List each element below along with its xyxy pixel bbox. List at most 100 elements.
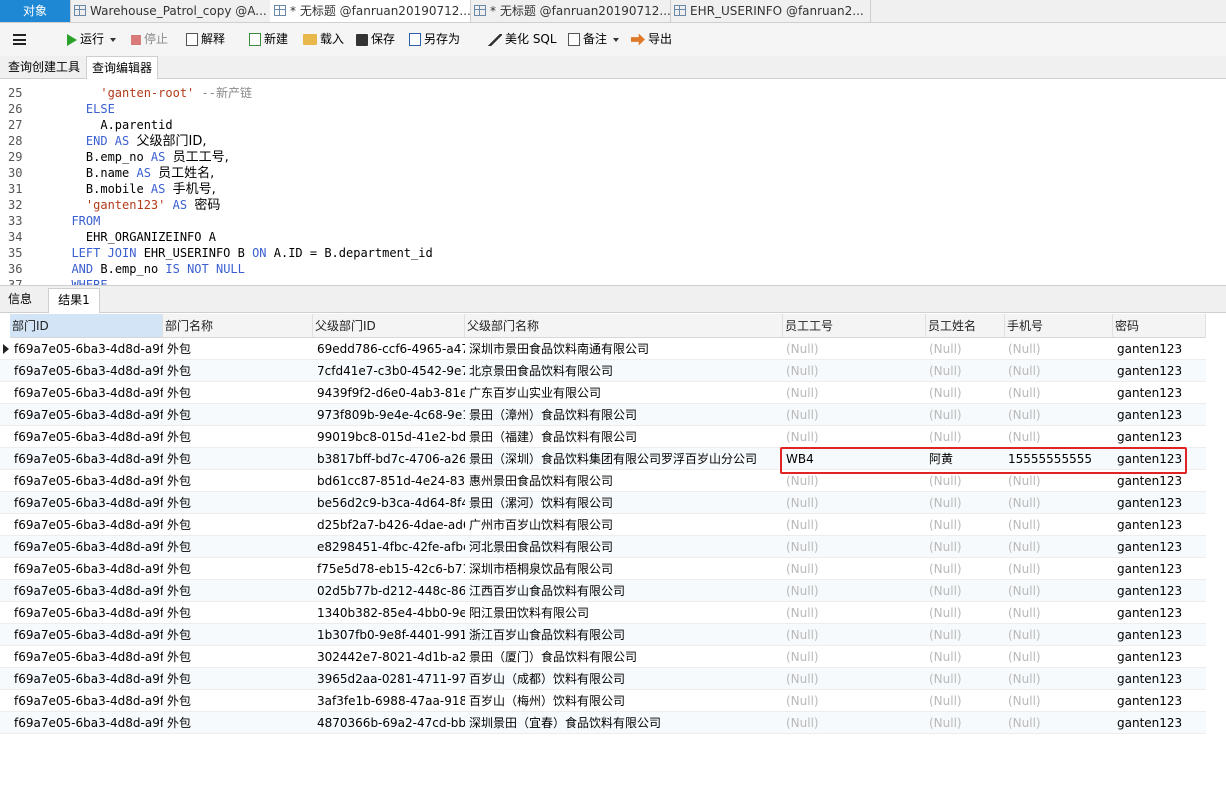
column-header[interactable]: 父级部门名称 bbox=[465, 314, 783, 338]
table-cell[interactable]: (Null) bbox=[784, 712, 925, 734]
table-cell[interactable]: (Null) bbox=[927, 338, 1004, 360]
save-button[interactable]: 保存 bbox=[356, 23, 395, 56]
table-cell[interactable]: (Null) bbox=[1006, 580, 1112, 602]
table-row[interactable]: f69a7e05-6ba3-4d8d-a9fl 外包 3965d2aa-0281-4… bbox=[0, 668, 1206, 690]
table-cell[interactable]: (Null) bbox=[927, 690, 1004, 712]
table-row[interactable]: f69a7e05-6ba3-4d8d-a9fl 外包 be56d2c9-b3ca-4… bbox=[0, 492, 1206, 514]
table-cell[interactable]: ganten123 bbox=[1115, 536, 1206, 558]
table-cell[interactable]: (Null) bbox=[927, 536, 1004, 558]
table-cell[interactable]: (Null) bbox=[927, 492, 1004, 514]
table-cell[interactable]: (Null) bbox=[784, 558, 925, 580]
table-row[interactable]: f69a7e05-6ba3-4d8d-a9fl 外包 7cfd41e7-c3b0-4… bbox=[0, 360, 1206, 382]
column-header[interactable]: 部门名称 bbox=[163, 314, 313, 338]
table-row[interactable]: f69a7e05-6ba3-4d8d-a9fl 外包 4870366b-69a2-4… bbox=[0, 712, 1206, 734]
column-header[interactable]: 员工姓名 bbox=[926, 314, 1005, 338]
table-cell[interactable]: ganten123 bbox=[1115, 712, 1206, 734]
table-cell[interactable]: ganten123 bbox=[1115, 646, 1206, 668]
table-cell[interactable]: f69a7e05-6ba3-4d8d-a9fl bbox=[12, 602, 163, 624]
tab-untitled-query[interactable]: * 无标题 @fanruan20190712... bbox=[470, 0, 671, 22]
table-cell[interactable]: 外包 bbox=[165, 492, 313, 514]
table-cell[interactable]: f69a7e05-6ba3-4d8d-a9fl bbox=[12, 514, 163, 536]
table-cell[interactable]: (Null) bbox=[1006, 360, 1112, 382]
table-cell[interactable]: (Null) bbox=[1006, 690, 1112, 712]
table-cell[interactable]: (Null) bbox=[784, 690, 925, 712]
table-cell[interactable]: (Null) bbox=[927, 426, 1004, 448]
stop-button[interactable]: 停止 bbox=[131, 23, 168, 56]
table-cell[interactable]: 惠州景田食品饮料有限公司 bbox=[467, 470, 783, 492]
table-cell[interactable]: 深圳市梧桐泉饮品有限公司 bbox=[467, 558, 783, 580]
table-cell[interactable]: (Null) bbox=[1006, 646, 1112, 668]
table-cell[interactable]: 浙江百岁山食品饮料有限公司 bbox=[467, 624, 783, 646]
column-header[interactable]: 部门ID bbox=[10, 314, 163, 338]
table-cell[interactable]: (Null) bbox=[784, 382, 925, 404]
table-cell[interactable]: ganten123 bbox=[1115, 690, 1206, 712]
table-row[interactable]: f69a7e05-6ba3-4d8d-a9fl 外包 973f809b-9e4e-4… bbox=[0, 404, 1206, 426]
table-cell[interactable]: 1340b382-85e4-4bb0-9el bbox=[315, 602, 465, 624]
table-cell[interactable]: (Null) bbox=[927, 624, 1004, 646]
table-cell[interactable]: f69a7e05-6ba3-4d8d-a9fl bbox=[12, 382, 163, 404]
table-cell[interactable]: 外包 bbox=[165, 404, 313, 426]
table-cell[interactable]: be56d2c9-b3ca-4d64-8f4 bbox=[315, 492, 465, 514]
table-row[interactable]: f69a7e05-6ba3-4d8d-a9fl 外包 d25bf2a7-b426-4… bbox=[0, 514, 1206, 536]
table-cell[interactable]: (Null) bbox=[784, 492, 925, 514]
table-cell[interactable]: 外包 bbox=[165, 558, 313, 580]
table-cell[interactable]: (Null) bbox=[927, 382, 1004, 404]
table-cell[interactable]: 99019bc8-015d-41e2-bd( bbox=[315, 426, 465, 448]
table-cell[interactable]: 外包 bbox=[165, 338, 313, 360]
table-cell[interactable]: 景田（漳州）食品饮料有限公司 bbox=[467, 404, 783, 426]
table-cell[interactable]: ganten123 bbox=[1115, 580, 1206, 602]
table-cell[interactable]: 江西百岁山食品饮料有限公司 bbox=[467, 580, 783, 602]
table-row[interactable]: f69a7e05-6ba3-4d8d-a9fl 外包 02d5b77b-d212-4… bbox=[0, 580, 1206, 602]
beautify-sql-button[interactable]: 美化 SQL bbox=[488, 23, 557, 56]
table-cell[interactable]: f69a7e05-6ba3-4d8d-a9fl bbox=[12, 580, 163, 602]
table-cell[interactable]: 1b307fb0-9e8f-4401-9911 bbox=[315, 624, 465, 646]
table-cell[interactable]: f69a7e05-6ba3-4d8d-a9fl bbox=[12, 492, 163, 514]
table-cell[interactable]: (Null) bbox=[784, 646, 925, 668]
table-cell[interactable]: 4870366b-69a2-47cd-bb8 bbox=[315, 712, 465, 734]
table-cell[interactable]: b3817bff-bd7c-4706-a26( bbox=[315, 448, 465, 470]
table-cell[interactable]: 广东百岁山实业有限公司 bbox=[467, 382, 783, 404]
table-cell[interactable]: ganten123 bbox=[1115, 492, 1206, 514]
table-row[interactable]: f69a7e05-6ba3-4d8d-a9fl 外包 302442e7-8021-4… bbox=[0, 646, 1206, 668]
export-button[interactable]: 导出 bbox=[631, 23, 672, 56]
comment-button[interactable]: 备注 bbox=[568, 23, 620, 56]
table-row[interactable]: f69a7e05-6ba3-4d8d-a9fl 外包 e8298451-4fbc-4… bbox=[0, 536, 1206, 558]
table-cell[interactable]: bd61cc87-851d-4e24-83c bbox=[315, 470, 465, 492]
table-row[interactable]: f69a7e05-6ba3-4d8d-a9fl 外包 f75e5d78-eb15-4… bbox=[0, 558, 1206, 580]
table-cell[interactable]: 9439f9f2-d6e0-4ab3-81e1 bbox=[315, 382, 465, 404]
table-cell[interactable]: (Null) bbox=[784, 338, 925, 360]
table-cell[interactable]: f69a7e05-6ba3-4d8d-a9fl bbox=[12, 536, 163, 558]
table-cell[interactable]: 外包 bbox=[165, 690, 313, 712]
table-cell[interactable]: 百岁山（梅州）饮料有限公司 bbox=[467, 690, 783, 712]
table-cell[interactable]: f69a7e05-6ba3-4d8d-a9fl bbox=[12, 404, 163, 426]
table-cell[interactable]: 973f809b-9e4e-4c68-9e1( bbox=[315, 404, 465, 426]
table-cell[interactable]: (Null) bbox=[1006, 536, 1112, 558]
table-cell[interactable]: (Null) bbox=[784, 602, 925, 624]
table-cell[interactable]: 外包 bbox=[165, 580, 313, 602]
table-cell[interactable]: 外包 bbox=[165, 602, 313, 624]
save-as-button[interactable]: 另存为 bbox=[409, 23, 460, 56]
table-cell[interactable]: (Null) bbox=[1006, 624, 1112, 646]
new-button[interactable]: 新建 bbox=[249, 23, 288, 56]
run-button[interactable]: 运行 bbox=[67, 23, 117, 56]
column-header[interactable]: 员工工号 bbox=[783, 314, 926, 338]
table-row[interactable]: f69a7e05-6ba3-4d8d-a9fl 外包 1b307fb0-9e8f-4… bbox=[0, 624, 1206, 646]
table-cell[interactable]: (Null) bbox=[927, 514, 1004, 536]
table-cell[interactable]: 外包 bbox=[165, 514, 313, 536]
chevron-down-icon[interactable] bbox=[613, 37, 620, 42]
table-cell[interactable]: (Null) bbox=[1006, 382, 1112, 404]
table-cell[interactable]: 3af3fe1b-6988-47aa-9184 bbox=[315, 690, 465, 712]
column-header[interactable]: 手机号 bbox=[1005, 314, 1113, 338]
column-header[interactable]: 密码 bbox=[1113, 314, 1206, 338]
table-cell[interactable]: 广州市百岁山饮料有限公司 bbox=[467, 514, 783, 536]
table-cell[interactable]: f69a7e05-6ba3-4d8d-a9fl bbox=[12, 668, 163, 690]
table-cell[interactable]: 外包 bbox=[165, 624, 313, 646]
table-cell[interactable]: 外包 bbox=[165, 668, 313, 690]
table-row[interactable]: f69a7e05-6ba3-4d8d-a9fl 外包 99019bc8-015d-4… bbox=[0, 426, 1206, 448]
table-cell[interactable]: (Null) bbox=[927, 404, 1004, 426]
table-cell[interactable]: ganten123 bbox=[1115, 382, 1206, 404]
tab-result-1[interactable]: 结果1 bbox=[48, 288, 100, 313]
table-cell[interactable]: ganten123 bbox=[1115, 426, 1206, 448]
table-cell[interactable]: 景田（深圳）食品饮料集团有限公司罗浮百岁山分公司 bbox=[467, 448, 783, 470]
tab-warehouse-patrol[interactable]: Warehouse_Patrol_copy @A... bbox=[70, 0, 271, 22]
